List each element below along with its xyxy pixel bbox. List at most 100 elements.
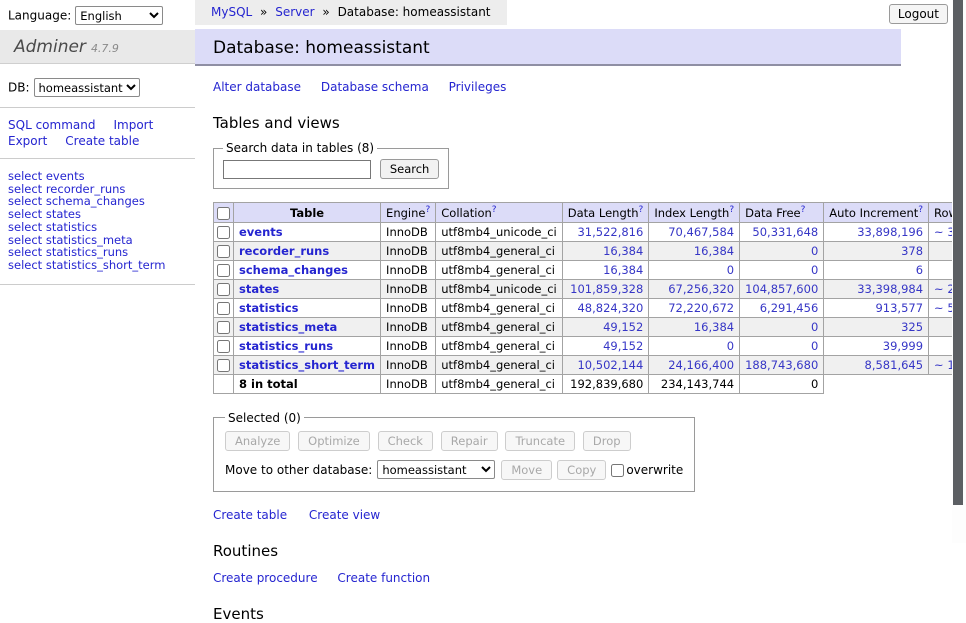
data-length-cell: 16,384 bbox=[562, 260, 649, 279]
breadcrumb: MySQL » Server » Database: homeassistant bbox=[195, 0, 507, 25]
row-checkbox[interactable] bbox=[217, 359, 230, 372]
row-checkbox[interactable] bbox=[217, 302, 230, 315]
logout-button[interactable]: Logout bbox=[889, 4, 948, 24]
create-table-link[interactable]: Create table bbox=[213, 508, 287, 522]
row-checkbox[interactable] bbox=[217, 245, 230, 258]
engine-cell: InnoDB bbox=[381, 298, 436, 317]
engine-cell: InnoDB bbox=[381, 260, 436, 279]
data-length-cell: 49,152 bbox=[562, 336, 649, 355]
table-name-link[interactable]: recorder_runs bbox=[239, 244, 329, 258]
table-row: recorder_runs InnoDB utf8mb4_general_ci … bbox=[214, 241, 966, 260]
table-name-link[interactable]: states bbox=[239, 282, 279, 296]
sidebar: Language:English Adminer4.7.9 DB:homeass… bbox=[0, 0, 195, 285]
table-name-link[interactable]: statistics_short_term bbox=[239, 358, 375, 372]
collation-cell: utf8mb4_general_ci bbox=[436, 241, 563, 260]
collation-cell: utf8mb4_general_ci bbox=[436, 374, 563, 393]
sidebar-item-import[interactable]: Import bbox=[113, 118, 153, 132]
table-row: states InnoDB utf8mb4_unicode_ci 101,859… bbox=[214, 279, 966, 298]
overwrite-checkbox[interactable] bbox=[611, 464, 624, 477]
language-select[interactable]: English bbox=[75, 6, 163, 25]
table-name-link[interactable]: statistics bbox=[239, 301, 299, 315]
sidebar-item-select-states[interactable]: select states bbox=[8, 208, 195, 221]
language-row: Language:English bbox=[0, 0, 195, 30]
engine-cell: InnoDB bbox=[381, 241, 436, 260]
data-length-cell: 31,522,816 bbox=[562, 222, 649, 241]
data-free-cell: 188,743,680 bbox=[740, 355, 824, 374]
collation-cell: utf8mb4_general_ci bbox=[436, 317, 563, 336]
check-button[interactable]: Check bbox=[378, 431, 433, 451]
db-label: DB: bbox=[8, 81, 30, 95]
engine-cell: InnoDB bbox=[381, 355, 436, 374]
column-header-data-free: Data Free? bbox=[740, 203, 824, 223]
scrollbar-thumb[interactable] bbox=[953, 0, 963, 505]
create-links: Create table Create view bbox=[213, 508, 901, 522]
help-link[interactable]: ? bbox=[729, 205, 734, 215]
copy-button[interactable]: Copy bbox=[557, 460, 606, 480]
column-header-data-length: Data Length? bbox=[562, 203, 649, 223]
data-length-cell: 10,502,144 bbox=[562, 355, 649, 374]
create-procedure-link[interactable]: Create procedure bbox=[213, 571, 318, 585]
selected-fieldset: Selected (0) Analyze Optimize Check Repa… bbox=[213, 411, 695, 492]
index-length-cell: 0 bbox=[649, 336, 740, 355]
create-function-link[interactable]: Create function bbox=[337, 571, 430, 585]
table-name-link[interactable]: statistics_runs bbox=[239, 339, 333, 353]
index-length-cell: 70,467,584 bbox=[649, 222, 740, 241]
breadcrumb-mysql-link[interactable]: MySQL bbox=[211, 5, 252, 19]
table-name-link[interactable]: schema_changes bbox=[239, 263, 348, 277]
sidebar-item-sql-command[interactable]: SQL command bbox=[8, 118, 95, 132]
breadcrumb-current: Database: homeassistant bbox=[338, 5, 491, 19]
collation-cell: utf8mb4_general_ci bbox=[436, 336, 563, 355]
engine-cell: InnoDB bbox=[381, 317, 436, 336]
table-name-link[interactable]: events bbox=[239, 225, 283, 239]
sidebar-item-select-events[interactable]: select events bbox=[8, 170, 195, 183]
select-all-checkbox[interactable] bbox=[217, 207, 230, 220]
database-schema-link[interactable]: Database schema bbox=[321, 80, 429, 94]
analyze-button[interactable]: Analyze bbox=[225, 431, 290, 451]
row-checkbox[interactable] bbox=[217, 321, 230, 334]
engine-cell: InnoDB bbox=[381, 336, 436, 355]
sidebar-item-create-table[interactable]: Create table bbox=[65, 134, 139, 148]
search-button[interactable]: Search bbox=[380, 159, 440, 179]
routine-links: Create procedure Create function bbox=[213, 571, 901, 585]
row-checkbox[interactable] bbox=[217, 264, 230, 277]
help-link[interactable]: ? bbox=[425, 205, 430, 215]
engine-cell: InnoDB bbox=[381, 279, 436, 298]
help-link[interactable]: ? bbox=[801, 205, 806, 215]
table-row: statistics_short_term InnoDB utf8mb4_gen… bbox=[214, 355, 966, 374]
engine-cell: InnoDB bbox=[381, 222, 436, 241]
column-header-index-length: Index Length? bbox=[649, 203, 740, 223]
sidebar-item-export[interactable]: Export bbox=[8, 134, 47, 148]
db-select[interactable]: homeassistant bbox=[34, 78, 140, 97]
truncate-button[interactable]: Truncate bbox=[505, 431, 575, 451]
search-input[interactable] bbox=[223, 160, 371, 179]
breadcrumb-server-link[interactable]: Server bbox=[275, 5, 314, 19]
help-link[interactable]: ? bbox=[639, 205, 644, 215]
sidebar-item-select-statistics-short-term[interactable]: select statistics_short_term bbox=[8, 259, 195, 272]
data-free-cell: 0 bbox=[740, 260, 824, 279]
alter-database-link[interactable]: Alter database bbox=[213, 80, 301, 94]
table-name-link[interactable]: statistics_meta bbox=[239, 320, 337, 334]
repair-button[interactable]: Repair bbox=[441, 431, 498, 451]
collation-cell: utf8mb4_general_ci bbox=[436, 260, 563, 279]
data-free-cell: 0 bbox=[740, 317, 824, 336]
auto-increment-cell: 913,577 bbox=[824, 298, 929, 317]
row-checkbox[interactable] bbox=[217, 226, 230, 239]
move-button[interactable]: Move bbox=[501, 460, 552, 480]
row-checkbox[interactable] bbox=[217, 340, 230, 353]
events-heading: Events bbox=[213, 605, 901, 623]
sidebar-item-select-statistics[interactable]: select statistics bbox=[8, 221, 195, 234]
db-selector-row: DB: homeassistant bbox=[0, 64, 195, 108]
row-checkbox[interactable] bbox=[217, 283, 230, 296]
drop-button[interactable]: Drop bbox=[583, 431, 631, 451]
scrollbar[interactable] bbox=[952, 0, 966, 543]
help-link[interactable]: ? bbox=[918, 205, 923, 215]
sidebar-table-list: select events select recorder_runs selec… bbox=[0, 159, 195, 285]
optimize-button[interactable]: Optimize bbox=[298, 431, 370, 451]
privileges-link[interactable]: Privileges bbox=[449, 80, 507, 94]
create-view-link[interactable]: Create view bbox=[309, 508, 380, 522]
data-free-cell: 0 bbox=[740, 241, 824, 260]
data-free-cell: 6,291,456 bbox=[740, 298, 824, 317]
collation-cell: utf8mb4_general_ci bbox=[436, 355, 563, 374]
help-link[interactable]: ? bbox=[492, 205, 497, 215]
move-database-select[interactable]: homeassistant bbox=[377, 460, 495, 479]
